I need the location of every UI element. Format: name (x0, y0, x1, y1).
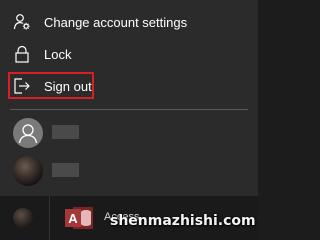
other-account-2[interactable] (0, 151, 258, 189)
redacted-account-name (52, 125, 79, 139)
person-icon (18, 124, 38, 144)
taskbar-separator (49, 196, 50, 240)
redacted-account-name (52, 163, 79, 177)
sign-out-highlight-box (8, 72, 94, 99)
change-account-settings-item[interactable]: Change account settings (0, 7, 258, 37)
person-gear-icon (13, 13, 31, 31)
change-account-settings-label: Change account settings (44, 14, 188, 30)
account-menu: Change account settings Lock Sign out (0, 0, 258, 196)
lock-label: Lock (44, 46, 72, 62)
user-avatar-button[interactable] (13, 208, 33, 228)
access-icon[interactable]: A (64, 204, 94, 232)
watermark: shenmazhishi.com (110, 213, 256, 229)
avatar (13, 156, 43, 186)
avatar (13, 118, 43, 148)
lock-icon (13, 45, 31, 63)
svg-text:A: A (68, 211, 78, 226)
menu-divider (10, 109, 248, 110)
other-account-1[interactable] (0, 113, 258, 151)
lock-item[interactable]: Lock (0, 39, 258, 69)
